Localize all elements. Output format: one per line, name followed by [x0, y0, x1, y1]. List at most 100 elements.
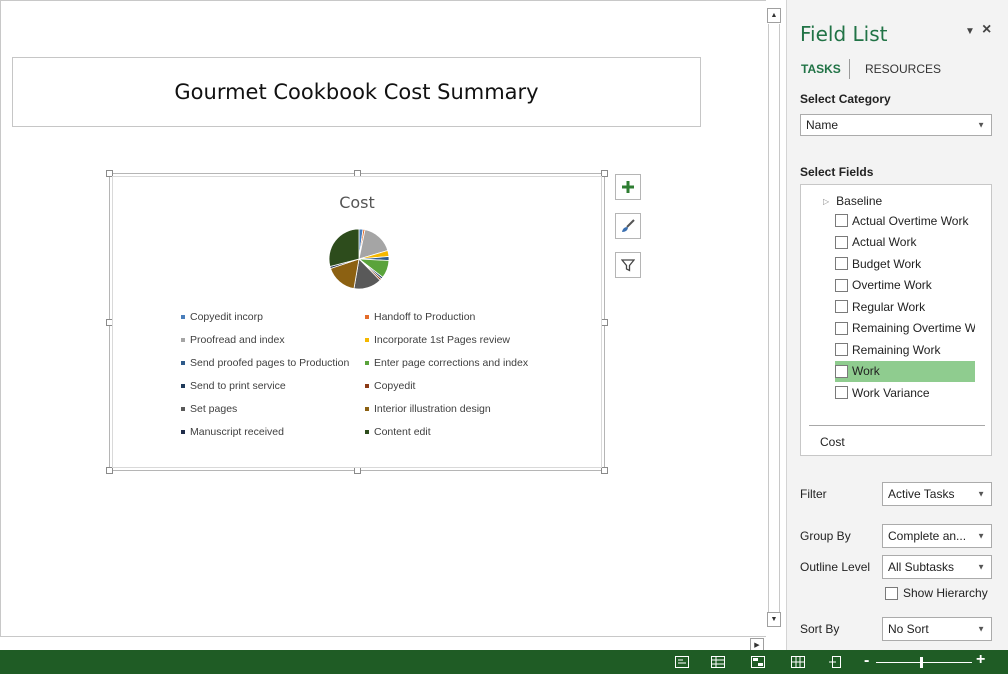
- resize-handle-tr[interactable]: [601, 170, 608, 177]
- field-row[interactable]: Work: [835, 360, 975, 382]
- field-checkbox[interactable]: [835, 214, 848, 227]
- zoom-slider-thumb[interactable]: [920, 657, 923, 668]
- vertical-scrollbar[interactable]: ▲ ▼: [766, 6, 782, 630]
- zoom-in-button[interactable]: +: [976, 651, 985, 669]
- chart-styles-button[interactable]: [615, 213, 641, 239]
- legend-item[interactable]: Incorporate 1st Pages review: [365, 331, 565, 348]
- pie-chart[interactable]: [327, 227, 391, 291]
- field-row[interactable]: Budget Work: [835, 253, 975, 274]
- chart-legend[interactable]: Copyedit incorp Handoff to Production Proo…: [181, 308, 601, 440]
- field-checkbox[interactable]: [835, 364, 848, 378]
- checkbox-box[interactable]: [885, 586, 898, 600]
- legend-swatch: [181, 314, 185, 319]
- field-row[interactable]: Remaining Overtime W: [835, 318, 975, 339]
- resize-handle-mr[interactable]: [601, 319, 608, 326]
- legend-label: Send to print service: [190, 379, 286, 392]
- chevron-down-icon: ▼: [977, 120, 985, 130]
- legend-item[interactable]: Send to print service: [181, 377, 365, 394]
- resize-handle-bm[interactable]: [354, 467, 361, 474]
- field-checkbox[interactable]: [835, 386, 848, 399]
- chart-area: Cost Copyedit incorp Handoff to Productio…: [112, 176, 602, 468]
- field-checkbox[interactable]: [835, 257, 848, 270]
- legend-item[interactable]: Interior illustration design: [365, 400, 565, 417]
- pane-options-button[interactable]: ▼: [965, 26, 975, 37]
- outline-level-select[interactable]: All Subtasks ▼: [882, 555, 992, 579]
- group-baseline[interactable]: ▷ Baseline: [823, 194, 882, 208]
- chart-filters-button[interactable]: [615, 252, 641, 278]
- field-label: Overtime Work: [852, 278, 932, 292]
- group-by-select-value: Complete an...: [888, 529, 967, 543]
- horizontal-scrollbar[interactable]: ▶: [0, 636, 766, 651]
- legend-label: Content edit: [374, 425, 431, 438]
- legend-item[interactable]: Handoff to Production: [365, 308, 565, 325]
- report-view-icon[interactable]: [828, 654, 844, 670]
- scroll-down-button[interactable]: ▼: [767, 612, 781, 627]
- tab-tasks[interactable]: TASKS: [801, 62, 841, 76]
- legend-item[interactable]: Send proofed pages to Production: [181, 354, 365, 371]
- show-hierarchy-label: Show Hierarchy: [903, 586, 988, 600]
- legend-item[interactable]: Content edit: [365, 423, 565, 440]
- sort-by-select[interactable]: No Sort ▼: [882, 617, 992, 641]
- category-select[interactable]: Name ▼: [800, 114, 992, 136]
- legend-item[interactable]: Proofread and index: [181, 331, 365, 348]
- filter-select-value: Active Tasks: [888, 487, 955, 501]
- pane-close-button[interactable]: ×: [982, 21, 991, 39]
- cost-chart[interactable]: Cost Copyedit incorp Handoff to Productio…: [106, 170, 608, 474]
- group-by-select[interactable]: Complete an... ▼: [882, 524, 992, 548]
- scroll-up-button[interactable]: ▲: [767, 8, 781, 23]
- tab-resources[interactable]: RESOURCES: [865, 62, 941, 76]
- expand-triangle-icon[interactable]: ▷: [823, 197, 829, 206]
- legend-item[interactable]: Set pages: [181, 400, 365, 417]
- legend-item[interactable]: Enter page corrections and index: [365, 354, 565, 371]
- chart-title[interactable]: Cost: [113, 193, 601, 212]
- field-checkbox[interactable]: [835, 343, 848, 356]
- legend-item[interactable]: Manuscript received: [181, 423, 365, 440]
- resize-handle-bl[interactable]: [106, 467, 113, 474]
- show-hierarchy-checkbox[interactable]: Show Hierarchy: [885, 586, 988, 600]
- report-canvas: Gourmet Cookbook Cost Summary Cost Copye…: [0, 0, 766, 636]
- field-row[interactable]: Regular Work: [835, 296, 975, 317]
- vertical-scroll-track[interactable]: [768, 24, 780, 612]
- legend-item[interactable]: Copyedit incorp: [181, 308, 365, 325]
- legend-swatch: [181, 429, 185, 434]
- filter-select[interactable]: Active Tasks ▼: [882, 482, 992, 506]
- team-planner-icon[interactable]: [790, 654, 806, 670]
- field-row[interactable]: Actual Overtime Work: [835, 210, 975, 231]
- field-checkbox[interactable]: [835, 300, 848, 313]
- status-bar: - +: [0, 650, 1008, 674]
- select-category-label: Select Category: [800, 92, 891, 106]
- field-row[interactable]: Overtime Work: [835, 275, 975, 296]
- legend-label: Incorporate 1st Pages review: [374, 333, 510, 346]
- legend-swatch: [365, 360, 369, 365]
- chosen-field-cost[interactable]: Cost: [820, 435, 845, 449]
- field-checkbox[interactable]: [835, 235, 848, 249]
- legend-swatch: [365, 406, 369, 411]
- field-label: Work: [852, 364, 880, 378]
- field-row[interactable]: Remaining Work: [835, 339, 975, 360]
- chevron-down-icon: ▼: [770, 616, 778, 623]
- field-label: Remaining Overtime W: [852, 321, 975, 335]
- field-checkbox[interactable]: [835, 321, 848, 335]
- field-row[interactable]: Actual Work: [835, 232, 975, 253]
- chevron-up-icon: ▲: [770, 12, 778, 19]
- normal-view-icon[interactable]: [674, 654, 690, 670]
- legend-item[interactable]: Copyedit: [365, 377, 565, 394]
- legend-label: Proofread and index: [190, 333, 285, 346]
- zoom-slider[interactable]: [876, 662, 972, 663]
- chevron-down-icon: ▼: [977, 489, 985, 499]
- legend-swatch: [181, 337, 185, 342]
- report-title[interactable]: Gourmet Cookbook Cost Summary: [12, 57, 701, 127]
- gantt-view-icon[interactable]: [710, 654, 726, 670]
- field-checkbox[interactable]: [835, 278, 848, 292]
- task-usage-icon[interactable]: [750, 654, 766, 670]
- field-row[interactable]: Work Variance: [835, 382, 975, 403]
- resize-handle-br[interactable]: [601, 467, 608, 474]
- legend-label: Set pages: [190, 402, 238, 415]
- chart-elements-button[interactable]: [615, 174, 641, 200]
- brush-icon: [622, 219, 635, 232]
- tab-divider: [849, 59, 850, 79]
- zoom-out-button[interactable]: -: [864, 652, 869, 670]
- field-label: Actual Overtime Work: [852, 213, 969, 228]
- fields-list[interactable]: ▷ Baseline Actual Overtime Work Actual Wo…: [800, 184, 992, 456]
- category-select-value: Name: [806, 118, 839, 132]
